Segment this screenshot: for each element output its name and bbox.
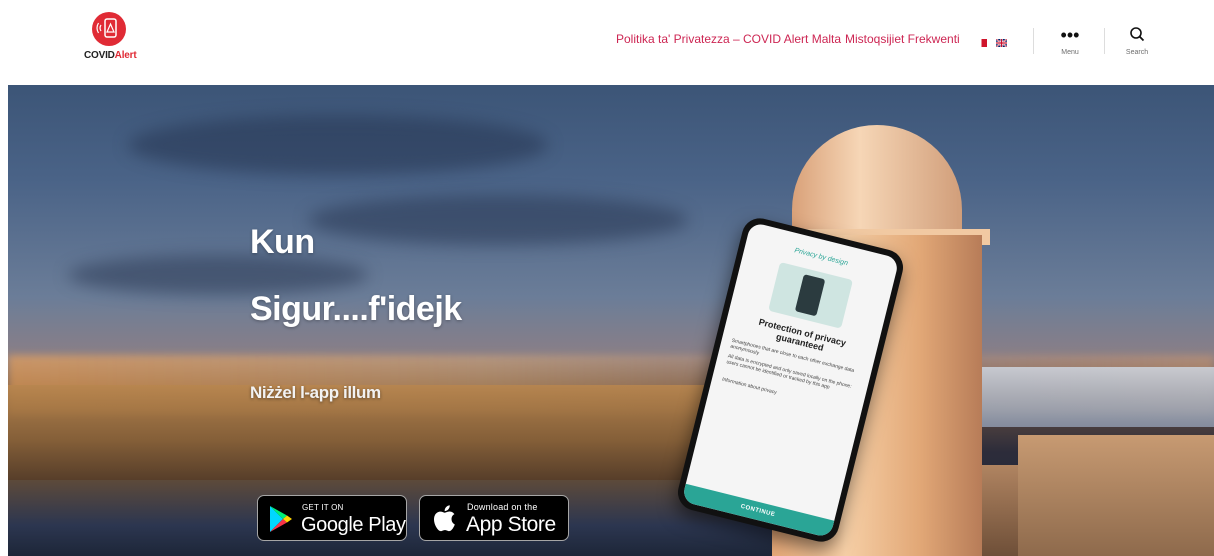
site-header: COVIDAlert Politika ta' Privatezza – COV… (0, 0, 1214, 85)
hero-cityscape (8, 385, 788, 495)
hero-title-line-2: Sigur....f'idejk (250, 290, 462, 328)
hero-cloud (68, 255, 368, 295)
flag-uk-icon[interactable] (995, 34, 1008, 48)
logo-text-main: COVID (84, 50, 115, 61)
hero-title-line-1: Kun (250, 223, 315, 261)
menu-button[interactable]: ••• Menu (1045, 26, 1095, 56)
more-dots-icon: ••• (1060, 25, 1080, 45)
search-label: Search (1125, 49, 1149, 56)
search-button[interactable]: Search (1112, 26, 1162, 56)
flag-malta-icon[interactable] (976, 34, 987, 47)
illustration-phone-icon (794, 274, 826, 317)
app-store-big-text: App Store (466, 513, 556, 536)
hero-banner: Kun Sigur....f'idejk Niżżel l-app illum … (8, 85, 1214, 556)
hero-cruise-ship (966, 367, 1214, 427)
header-divider (1033, 28, 1034, 54)
hero-cloud (308, 195, 688, 245)
hero-cloud (128, 115, 548, 175)
covid-alert-logo[interactable]: COVIDAlert (84, 12, 140, 64)
nav-link-faq[interactable]: Mistoqsijiet Frekwenti (845, 32, 960, 46)
app-store-badge[interactable]: Download on the App Store (419, 495, 569, 541)
app-store-small-text: Download on the (467, 502, 538, 512)
nav-link-privacy-policy[interactable]: Politika ta' Privatezza – COVID Alert Ma… (616, 32, 841, 46)
google-play-big-text: Google Play (301, 514, 406, 536)
search-icon (1112, 26, 1162, 46)
google-play-badge[interactable]: GET IT ON Google Play (257, 495, 407, 541)
apple-icon (432, 504, 456, 537)
privacy-illustration (768, 262, 854, 329)
hero-bastion-wall (1018, 435, 1214, 556)
google-play-icon (268, 505, 294, 538)
menu-label: Menu (1061, 49, 1079, 56)
logo-phone-alert-icon (92, 12, 126, 46)
watchtower-dome (792, 125, 962, 243)
logo-text-accent: Alert (114, 50, 137, 61)
header-divider (1104, 28, 1105, 54)
hero-subtitle: Niżżel l-app illum (250, 383, 381, 402)
google-play-small-text: GET IT ON (302, 503, 344, 512)
logo-text: COVIDAlert (84, 50, 137, 61)
